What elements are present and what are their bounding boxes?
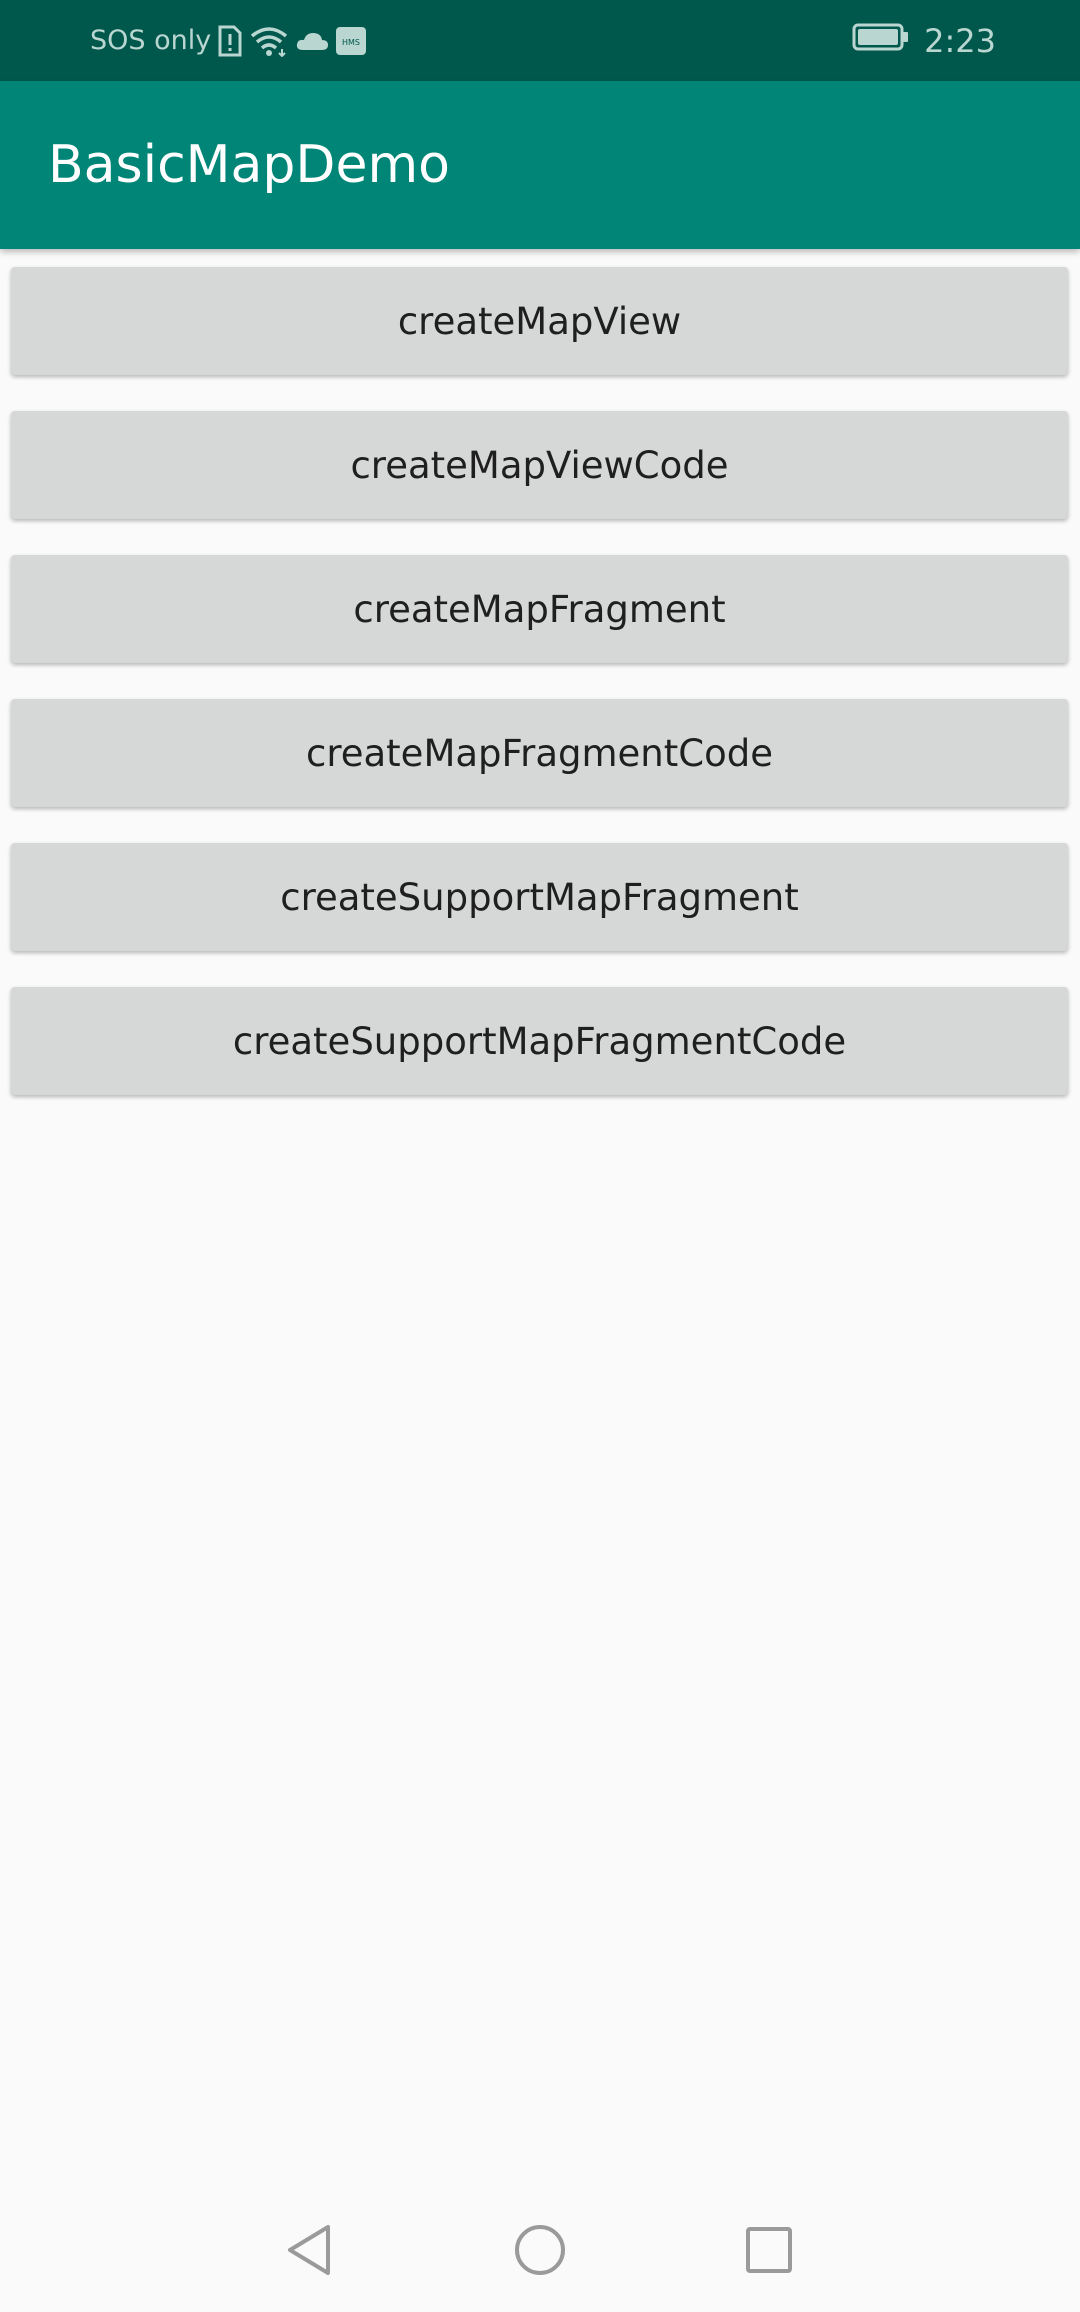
battery-icon <box>852 22 910 60</box>
hms-icon: HMS <box>335 26 367 56</box>
status-right: 2:23 <box>852 0 996 81</box>
create-map-view-code-button[interactable]: createMapViewCode <box>11 411 1068 519</box>
app-title: BasicMapDemo <box>48 135 450 195</box>
sim-alert-icon <box>217 25 243 57</box>
recents-square-icon[interactable] <box>727 2208 811 2292</box>
status-bar: SOS only HMS 2:23 <box>0 0 1080 81</box>
wifi-icon <box>249 25 289 57</box>
cloud-icon <box>295 30 329 52</box>
clock-time: 2:23 <box>924 21 996 60</box>
create-map-fragment-button[interactable]: createMapFragment <box>11 555 1068 663</box>
app-bar: BasicMapDemo <box>0 81 1080 249</box>
svg-text:HMS: HMS <box>342 38 360 47</box>
create-map-view-button[interactable]: createMapView <box>11 267 1068 375</box>
create-map-fragment-code-button[interactable]: createMapFragmentCode <box>11 699 1068 807</box>
home-circle-icon[interactable] <box>498 2208 582 2292</box>
navigation-bar <box>0 2188 1080 2312</box>
status-left: SOS only HMS <box>90 0 367 81</box>
create-support-map-fragment-button[interactable]: createSupportMapFragment <box>11 843 1068 951</box>
carrier-text: SOS only <box>90 25 212 56</box>
back-triangle-icon[interactable] <box>267 2208 351 2292</box>
create-support-map-fragment-code-button[interactable]: createSupportMapFragmentCode <box>11 987 1068 1095</box>
